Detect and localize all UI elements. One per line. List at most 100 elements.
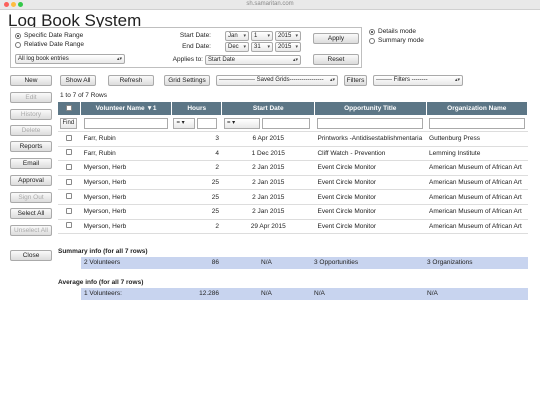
table-row[interactable]: Myerson, Herb 25 2 Jan 2015 Event Circle Mo… (57, 189, 528, 205)
apply-button[interactable]: Apply (313, 33, 359, 44)
cell-hours: 25 (171, 175, 222, 191)
radio-selected-icon (369, 28, 375, 35)
checkbox-icon (66, 178, 73, 185)
opportunity-filter-input[interactable] (317, 118, 424, 129)
cell-start-date: 2 Jan 2015 (221, 160, 315, 176)
table-row[interactable]: Farr, Rubin 3 6 Apr 2015 Printworks -Antidi… (57, 131, 528, 147)
header-start-date[interactable]: Start Date (221, 101, 315, 116)
cell-organization-name: American Museum of African Art (426, 175, 528, 191)
approval-button[interactable]: Approval (10, 175, 52, 186)
cell-volunteer-name: Myerson, Herb (80, 204, 172, 220)
checkbox-icon (66, 149, 73, 156)
close-button[interactable]: Close (10, 250, 52, 261)
checkbox-icon (66, 207, 73, 214)
row-checkbox[interactable] (57, 175, 81, 191)
reports-button[interactable]: Reports (10, 141, 52, 152)
row-checkbox[interactable] (57, 160, 81, 176)
grid-settings-button[interactable]: Grid Settings (164, 75, 210, 86)
applies-to-label: Applies to: (172, 56, 203, 63)
table-row[interactable]: Myerson, Herb 2 29 Apr 2015 Event Circle Mo… (57, 219, 528, 235)
reset-button[interactable]: Reset (313, 54, 359, 65)
select-arrow-icon: ▴▾ (116, 56, 122, 62)
grid-header-row: Volunteer Name ▼1 Hours Start Date Oppor… (56, 101, 529, 116)
checkbox-icon (66, 193, 73, 200)
summary-mode-radio[interactable]: Summary mode (369, 37, 424, 44)
end-year-select[interactable]: 2015 ▾ (275, 42, 301, 52)
relative-range-radio[interactable]: Relative Date Range (15, 41, 84, 48)
show-all-button[interactable]: Show All (60, 75, 96, 86)
specific-range-radio[interactable]: Specific Date Range (15, 32, 83, 39)
start-year-select[interactable]: 2015 ▾ (275, 31, 301, 41)
organization-filter-input[interactable] (429, 118, 525, 129)
header-select-all[interactable] (56, 101, 82, 116)
checkbox-icon (66, 104, 73, 111)
average-label: Average info (for all 7 rows) (58, 279, 144, 286)
header-organization-name[interactable]: Organization Name (425, 101, 529, 116)
cell-hours: 2 (171, 219, 222, 235)
row-checkbox[interactable] (57, 189, 81, 205)
hours-operator-select[interactable]: = ▾ (173, 118, 196, 129)
table-row[interactable]: Myerson, Herb 2 2 Jan 2015 Event Circle Mon… (57, 160, 528, 176)
average-start-date: N/A (261, 290, 272, 297)
checkbox-icon (66, 134, 73, 141)
start-day-select[interactable]: 1 ▾ (251, 31, 273, 41)
cell-opportunity-title: Event Circle Monitor (314, 204, 427, 220)
cell-start-date: 6 Apr 2015 (221, 131, 315, 147)
cell-volunteer-name: Farr, Rubin (80, 131, 172, 147)
filters-select[interactable]: -------- Filters -------- ▴▾ (373, 75, 463, 86)
cell-hours: 4 (171, 146, 222, 162)
volunteer-filter-input[interactable] (83, 118, 169, 129)
radio-icon (15, 41, 21, 48)
edit-button[interactable]: Edit (10, 92, 52, 103)
cell-volunteer-name: Myerson, Herb (80, 189, 172, 205)
summary-volunteers: 2 Volunteers (84, 259, 121, 266)
end-day-select[interactable]: 31 ▾ (251, 42, 273, 52)
header-volunteer-name[interactable]: Volunteer Name ▼1 (80, 101, 172, 116)
details-mode-radio[interactable]: Details mode (369, 28, 416, 35)
cell-start-date: 29 Apr 2015 (221, 219, 315, 235)
cell-opportunity-title: Event Circle Monitor (314, 160, 427, 176)
cell-opportunity-title: Event Circle Monitor (314, 175, 427, 191)
cell-volunteer-name: Myerson, Herb (80, 175, 172, 191)
browser-titlebar: sh.samaritan.com (0, 0, 540, 10)
unselect-all-button[interactable]: Unselect All (10, 225, 52, 236)
row-checkbox[interactable] (57, 131, 81, 147)
start-month-select[interactable]: Jan ▾ (225, 31, 249, 41)
row-checkbox[interactable] (57, 204, 81, 220)
email-button[interactable]: Email (10, 158, 52, 169)
hours-filter-input[interactable] (197, 118, 218, 129)
cell-start-date: 2 Jan 2015 (221, 175, 315, 191)
average-hours: 12.286 (199, 290, 219, 297)
cell-hours: 25 (171, 204, 222, 220)
refresh-button[interactable]: Refresh (108, 75, 154, 86)
table-row[interactable]: Farr, Rubin 4 1 Dec 2015 Cliff Watch - Prev… (57, 146, 528, 162)
cell-organization-name: Lemming Institute (426, 146, 528, 162)
date-operator-select[interactable]: = ▾ (223, 118, 260, 129)
date-filter-input[interactable] (261, 118, 310, 129)
saved-grids-select[interactable]: ------------------ Saved Grids----------… (216, 75, 338, 86)
sign-out-button[interactable]: Sign Out (10, 192, 52, 203)
cell-volunteer-name: Myerson, Herb (80, 219, 172, 235)
row-checkbox[interactable] (57, 219, 81, 235)
end-month-select[interactable]: Dec ▾ (225, 42, 249, 52)
applies-to-select[interactable]: Start Date ▴▾ (205, 55, 301, 65)
log-book-grid: Volunteer Name ▼1 Hours Start Date Oppor… (56, 101, 529, 235)
browser-url[interactable]: sh.samaritan.com (0, 1, 540, 7)
cell-volunteer-name: Myerson, Herb (80, 160, 172, 176)
row-checkbox[interactable] (57, 146, 81, 162)
entries-select[interactable]: All log book entries ▴▾ (15, 54, 125, 64)
select-all-button[interactable]: Select All (10, 208, 52, 219)
history-button[interactable]: History (10, 109, 52, 120)
row-count: 1 to 7 of 7 Rows (60, 92, 107, 99)
average-volunteers: 1 Volunteers: (84, 290, 122, 297)
filter-row: Find = ▾ = ▾ (57, 115, 528, 132)
checkbox-icon (66, 222, 73, 229)
table-row[interactable]: Myerson, Herb 25 2 Jan 2015 Event Circle Mo… (57, 175, 528, 191)
find-button[interactable]: Find (59, 118, 78, 129)
header-opportunity-title[interactable]: Opportunity Title (313, 101, 427, 116)
delete-button[interactable]: Delete (10, 125, 52, 136)
header-hours[interactable]: Hours (170, 101, 223, 116)
new-button[interactable]: New (10, 75, 52, 86)
table-row[interactable]: Myerson, Herb 25 2 Jan 2015 Event Circle Mo… (57, 204, 528, 220)
filters-button[interactable]: Filters (344, 75, 367, 86)
